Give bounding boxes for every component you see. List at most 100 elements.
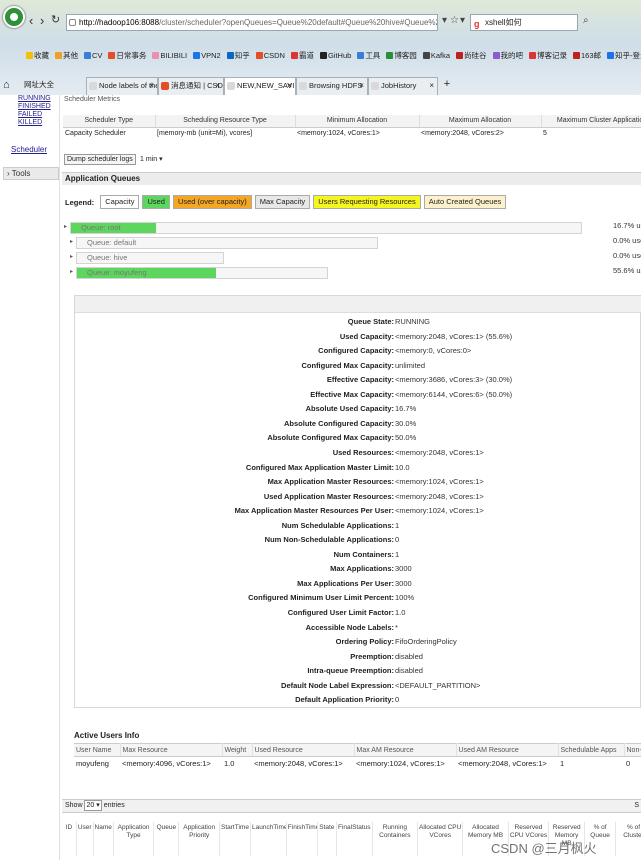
column-header[interactable]: ID — [62, 822, 77, 856]
column-header[interactable]: User Name — [74, 743, 121, 757]
column-header[interactable]: Minimum Allocation — [295, 115, 420, 128]
column-header[interactable]: State — [317, 822, 337, 856]
bookmark-item[interactable]: 尚硅谷 — [456, 50, 487, 61]
reload-icon[interactable]: ↻ — [51, 14, 60, 27]
bookmark-icon — [607, 52, 615, 59]
detail-row: Configured Minimum User Limit Percent: 10… — [75, 591, 641, 606]
close-icon[interactable]: × — [149, 78, 154, 94]
detail-row: Max Application Master Resources Per Use… — [75, 504, 641, 519]
new-tab-button[interactable]: + — [440, 77, 454, 93]
bookmark-icon — [193, 52, 201, 59]
dump-scheduler-logs-button[interactable]: Dump scheduler logs — [64, 154, 136, 165]
sidebar-tools-toggle[interactable]: › Tools — [3, 167, 59, 180]
column-header[interactable]: Name — [93, 822, 114, 856]
column-header[interactable]: Running Containers — [372, 822, 419, 856]
tab-0[interactable]: Node labels of the ou× — [86, 77, 158, 95]
detail-key: Absolute Configured Capacity: — [283, 418, 394, 428]
column-header[interactable]: Queue — [153, 822, 180, 856]
search-icon[interactable]: ⌕ — [583, 15, 589, 26]
detail-value: 100% — [395, 593, 415, 603]
column-header[interactable]: Used AM Resource — [456, 743, 559, 757]
detail-value: <memory:2048, vCores:1> — [395, 447, 484, 457]
queue-capacity-bar[interactable]: Queue: hive — [76, 252, 224, 264]
expand-arrow-icon[interactable]: ▸ — [64, 223, 67, 230]
column-header[interactable]: User — [76, 822, 94, 856]
bookmark-item[interactable]: GitHub — [319, 51, 351, 60]
detail-value: <memory:2048, vCores:1> — [395, 491, 484, 501]
bookmark-item[interactable]: 知乎 — [226, 50, 250, 61]
page-icon — [69, 19, 76, 26]
close-icon[interactable]: × — [359, 78, 364, 94]
bookmark-item[interactable]: CV — [84, 51, 102, 60]
column-header[interactable]: FinishTime — [286, 822, 318, 856]
column-header[interactable]: Scheduling Resource Type — [155, 115, 296, 128]
tab-1[interactable]: 消息通知 | CSDN - 专业× — [158, 77, 224, 95]
tab-4[interactable]: JobHistory × — [368, 77, 438, 95]
dump-interval-select[interactable]: 1 min ▾ — [140, 155, 163, 163]
bookmark-label: 我的吧 — [500, 51, 524, 60]
tab-3[interactable]: Browsing HDFS × — [296, 77, 368, 95]
dropdown-icon[interactable]: ▾ — [442, 15, 447, 26]
bookmark-label: 其他 — [63, 51, 78, 60]
column-header[interactable]: StartTime — [219, 822, 251, 856]
column-header[interactable]: % of Cluster — [615, 822, 641, 856]
bookmark-item[interactable]: 工具 — [357, 50, 380, 61]
column-header[interactable]: Maximum Cluster Application — [541, 115, 641, 128]
queue-capacity-bar[interactable]: Queue: moyufeng — [76, 267, 328, 279]
menu-chevron-icon[interactable]: ▾ — [460, 15, 465, 26]
bookmark-item[interactable]: 163邮 — [573, 50, 601, 61]
column-header[interactable]: Max AM Resource — [354, 743, 457, 757]
bookmark-item[interactable]: VPN2 — [193, 51, 221, 60]
entries-select[interactable]: 20 ▾ — [84, 800, 102, 811]
column-header[interactable]: Schedulable Apps — [558, 743, 625, 757]
expand-arrow-icon[interactable]: ▸ — [70, 253, 73, 260]
detail-row: Num Containers: 1 — [75, 548, 641, 563]
queue-capacity-bar[interactable]: Queue: root — [70, 222, 582, 234]
address-bar[interactable]: http://hadoop106:8088/cluster/scheduler?… — [66, 14, 438, 31]
queue-capacity-bar[interactable]: Queue: default — [76, 237, 378, 249]
expand-arrow-icon[interactable]: ▸ — [70, 238, 73, 245]
expand-arrow-icon[interactable]: ▸ — [70, 268, 73, 275]
bookmark-item[interactable]: CSDN — [255, 51, 285, 60]
bookmark-label: 收藏 — [34, 51, 49, 60]
bookmark-item[interactable]: 我的吧 — [492, 50, 524, 61]
bookmark-item[interactable]: 其他 — [55, 50, 78, 61]
detail-value: disabled — [395, 666, 423, 676]
column-header[interactable]: LaunchTime — [250, 822, 287, 856]
bookmark-item[interactable]: 收藏 — [26, 50, 49, 61]
bookmark-item[interactable]: 知乎-登录 — [607, 50, 641, 61]
close-icon[interactable]: × — [215, 78, 220, 94]
bookmark-item[interactable]: 霸道 — [290, 50, 314, 61]
column-header[interactable]: Maximum Allocation — [419, 115, 542, 128]
column-header[interactable]: Application Priority — [178, 822, 220, 856]
bookmark-item[interactable]: 博客记录 — [529, 50, 567, 61]
close-icon[interactable]: × — [287, 78, 292, 94]
search-box[interactable]: g xshell如何 — [470, 14, 578, 31]
dump-interval-value: 1 min — [140, 156, 158, 163]
forward-icon[interactable]: › — [40, 14, 44, 27]
sidebar-link-running[interactable]: RUNNING — [18, 95, 51, 102]
detail-key: Num Schedulable Applications: — [281, 520, 394, 530]
column-header[interactable]: Non-S — [624, 743, 641, 757]
column-header[interactable]: Weight — [222, 743, 253, 757]
bookmark-item[interactable]: BILIBILI — [152, 51, 187, 60]
column-header[interactable]: Max Resource — [120, 743, 223, 757]
close-icon[interactable]: × — [429, 78, 434, 94]
star-icon[interactable]: ☆ — [450, 15, 459, 26]
column-header[interactable]: Application Type — [113, 822, 155, 856]
bookmark-icon — [529, 52, 536, 59]
sidebar-link-failed[interactable]: FAILED — [18, 111, 42, 118]
back-icon[interactable]: ‹ — [29, 14, 33, 27]
column-header[interactable]: Allocated CPU VCores — [417, 822, 464, 856]
bookmark-item[interactable]: Kafka — [422, 51, 450, 60]
show-label: Show — [65, 802, 83, 809]
column-header[interactable]: FinalStatus — [336, 822, 373, 856]
sidebar-link-finished[interactable]: FINISHED — [18, 103, 51, 110]
sidebar-link-scheduler[interactable]: Scheduler — [11, 145, 47, 154]
column-header[interactable]: Used Resource — [252, 743, 355, 757]
column-header[interactable]: Scheduler Type — [63, 115, 156, 128]
sidebar-link-killed[interactable]: KILLED — [18, 119, 42, 126]
bookmark-item[interactable]: 日常事务 — [108, 50, 146, 61]
tab-2[interactable]: NEW,NEW_SAVING,S× — [224, 77, 296, 95]
bookmark-item[interactable]: 博客园 — [386, 50, 417, 61]
